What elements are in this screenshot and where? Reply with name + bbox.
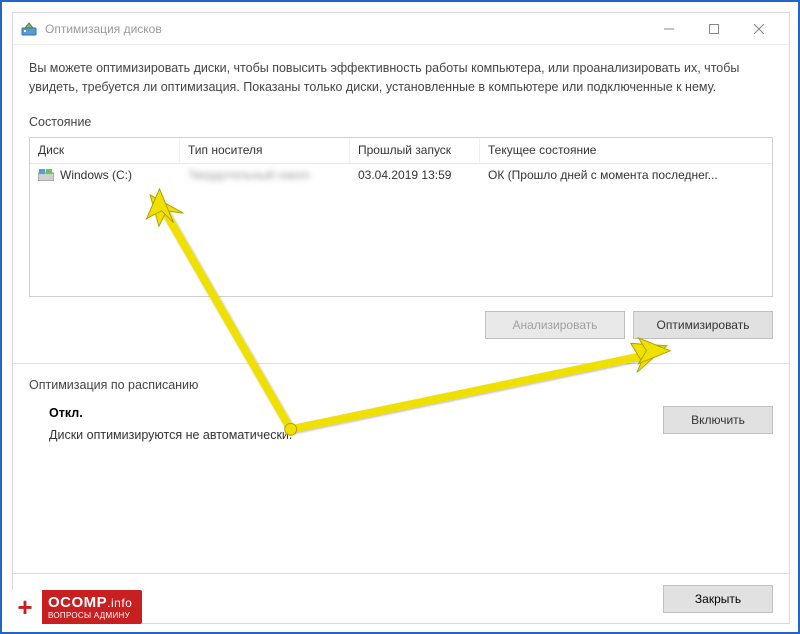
window-controls — [646, 14, 781, 44]
cell-disk: Windows (C:) — [30, 164, 180, 186]
app-icon — [21, 21, 37, 37]
description-text: Вы можете оптимизировать диски, чтобы по… — [29, 59, 773, 97]
enable-schedule-button[interactable]: Включить — [663, 406, 773, 434]
schedule-description: Диски оптимизируются не автоматически. — [49, 428, 663, 442]
analyze-button: Анализировать — [485, 311, 625, 339]
window-title: Оптимизация дисков — [45, 22, 646, 36]
content-area: Вы можете оптимизировать диски, чтобы по… — [13, 45, 789, 442]
header-last-run[interactable]: Прошлый запуск — [350, 138, 480, 163]
watermark-badge: + OCOMP.info ВОПРОСЫ АДМИНУ — [8, 590, 142, 624]
close-button[interactable] — [736, 14, 781, 44]
close-dialog-button[interactable]: Закрыть — [663, 585, 773, 613]
table-row[interactable]: Windows (C:) Твердотельный накоп 03.04.2… — [30, 164, 772, 186]
watermark-brand: OCOMP.info — [48, 595, 132, 610]
schedule-status: Откл. — [49, 406, 663, 420]
action-buttons: Анализировать Оптимизировать — [29, 311, 773, 339]
schedule-section: Оптимизация по расписанию Откл. Диски оп… — [29, 364, 773, 442]
titlebar: Оптимизация дисков — [13, 13, 789, 45]
table-header: Диск Тип носителя Прошлый запуск Текущее… — [30, 138, 772, 164]
disk-name: Windows (C:) — [60, 168, 132, 182]
header-media-type[interactable]: Тип носителя — [180, 138, 350, 163]
cell-media-type: Твердотельный накоп — [180, 164, 350, 186]
header-disk[interactable]: Диск — [30, 138, 180, 163]
status-label: Состояние — [29, 115, 773, 129]
cell-status: ОК (Прошло дней с момента последнег... — [480, 164, 772, 186]
maximize-button[interactable] — [691, 14, 736, 44]
schedule-section-label: Оптимизация по расписанию — [29, 378, 773, 392]
drives-table[interactable]: Диск Тип носителя Прошлый запуск Текущее… — [29, 137, 773, 297]
watermark-tagline: ВОПРОСЫ АДМИНУ — [48, 612, 132, 620]
minimize-button[interactable] — [646, 14, 691, 44]
cell-last-run: 03.04.2019 13:59 — [350, 164, 480, 186]
optimize-drives-window: Оптимизация дисков Вы можете оптимизиров… — [12, 12, 790, 624]
optimize-button[interactable]: Оптимизировать — [633, 311, 773, 339]
outer-frame: Оптимизация дисков Вы можете оптимизиров… — [0, 0, 800, 634]
header-current-status[interactable]: Текущее состояние — [480, 138, 772, 163]
schedule-text: Откл. Диски оптимизируются не автоматиче… — [29, 406, 663, 442]
drive-icon — [38, 169, 54, 181]
plus-icon: + — [8, 590, 42, 624]
